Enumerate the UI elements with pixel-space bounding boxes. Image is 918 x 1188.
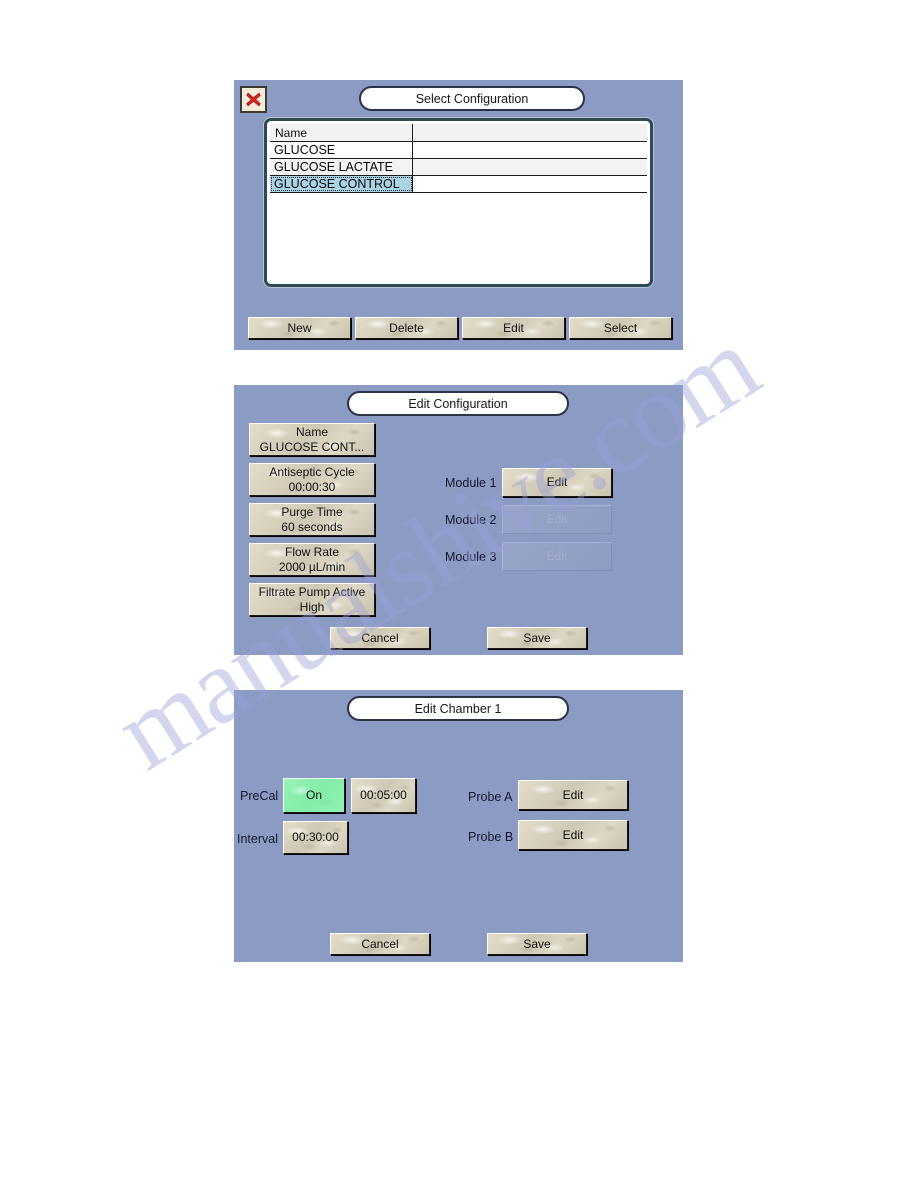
list-item-blank [413,142,647,158]
probe-a-edit-button[interactable]: Edit [518,780,628,810]
field-antiseptic-cycle-label: Antiseptic Cycle [269,465,355,480]
select-button-label: Select [603,320,638,335]
field-flow-rate-button[interactable]: Flow Rate 2000 µL/min [249,543,375,576]
cancel-button-label: Cancel [361,936,399,951]
module-3-label: Module 3 [445,550,497,564]
list-item[interactable]: GLUCOSE LACTATE [270,159,647,176]
new-button[interactable]: New [248,317,351,339]
delete-button[interactable]: Delete [355,317,458,339]
list-item[interactable]: GLUCOSE [270,142,647,159]
field-filtrate-pump-active-value: High [299,599,325,614]
save-button[interactable]: Save [487,933,587,955]
panel-edit-configuration: Edit Configuration Name GLUCOSE CONT... … [234,385,683,655]
panel-title-edit-configuration: Edit Configuration [347,391,569,416]
probe-b-edit-label: Edit [562,827,584,842]
panel-title-select-configuration: Select Configuration [359,86,585,111]
save-button-label: Save [523,630,551,645]
field-name-value: GLUCOSE CONT... [259,439,365,454]
close-x-icon [246,92,261,107]
probe-a-edit-label: Edit [562,787,584,802]
interval-label: Interval [237,832,278,846]
cancel-button[interactable]: Cancel [330,627,430,649]
save-button-label: Save [523,936,551,951]
list-item-name: GLUCOSE CONTROL [270,176,413,192]
field-filtrate-pump-active-label: Filtrate Pump Active [258,585,366,600]
field-antiseptic-cycle-value: 00:00:30 [288,479,336,494]
edit-button-label: Edit [503,320,524,335]
interval-value: 00:30:00 [292,830,339,845]
panel-edit-chamber: Edit Chamber 1 PreCal On 00:05:00 Interv… [234,690,683,962]
module-3-edit-label: Edit [546,549,568,564]
list-item-blank [413,176,647,192]
cancel-button[interactable]: Cancel [330,933,430,955]
module-1-edit-label: Edit [546,475,568,490]
module-1-edit-button[interactable]: Edit [502,468,612,497]
panel-title-edit-chamber: Edit Chamber 1 [347,696,569,721]
module-2-label: Module 2 [445,513,497,527]
precal-label: PreCal [240,789,279,803]
field-purge-time-button[interactable]: Purge Time 60 seconds [249,503,375,536]
save-button[interactable]: Save [487,627,587,649]
list-item-name: GLUCOSE LACTATE [270,159,413,175]
close-button[interactable] [240,86,267,113]
precal-time-value: 00:05:00 [360,788,407,803]
field-flow-rate-label: Flow Rate [284,545,340,560]
list-item-selected[interactable]: GLUCOSE CONTROL [270,176,647,193]
list-item-blank [413,159,647,175]
field-name-label: Name [295,425,328,440]
field-name-button[interactable]: Name GLUCOSE CONT... [249,423,375,456]
module-2-edit-label: Edit [546,512,568,527]
precal-toggle-button[interactable]: On [283,778,345,813]
interval-value-button[interactable]: 00:30:00 [283,821,348,854]
probe-b-edit-button[interactable]: Edit [518,820,628,850]
column-header-name: Name [270,124,413,141]
list-header-row: Name [270,124,647,142]
delete-button-label: Delete [389,320,424,335]
configuration-list[interactable]: Name GLUCOSE GLUCOSE LACTATE GLUCOSE CON… [264,118,653,287]
module-2-edit-button: Edit [502,505,612,534]
module-1-label: Module 1 [445,476,497,490]
column-header-blank [413,124,647,141]
panel-select-configuration: Select Configuration Name GLUCOSE GLUCOS… [234,80,683,350]
precal-time-button[interactable]: 00:05:00 [351,778,416,813]
edit-button[interactable]: Edit [462,317,565,339]
list-item-name: GLUCOSE [270,142,413,158]
cancel-button-label: Cancel [361,630,399,645]
field-flow-rate-value: 2000 µL/min [278,559,346,574]
new-button-label: New [287,320,312,335]
field-purge-time-label: Purge Time [281,505,343,520]
select-button[interactable]: Select [569,317,672,339]
field-purge-time-value: 60 seconds [281,519,343,534]
field-antiseptic-cycle-button[interactable]: Antiseptic Cycle 00:00:30 [249,463,375,496]
module-3-edit-button: Edit [502,542,612,571]
precal-toggle-label: On [305,788,322,803]
field-filtrate-pump-active-button[interactable]: Filtrate Pump Active High [249,583,375,616]
